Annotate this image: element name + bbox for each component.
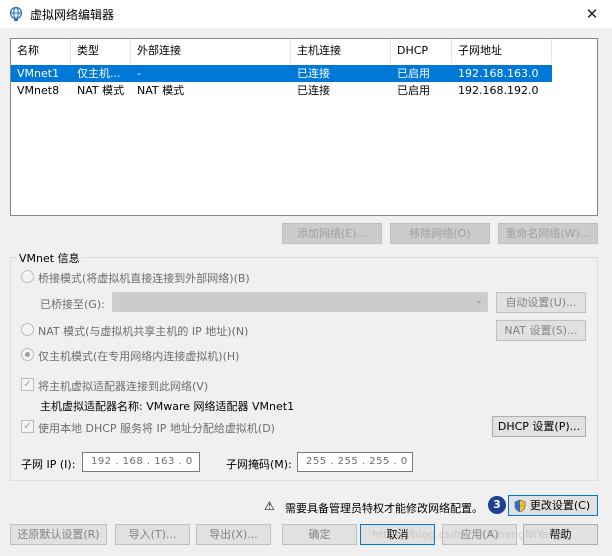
cell-type: NAT 模式: [77, 84, 125, 97]
watermark-text: https://blog.csdn.net/ChengNiYang: [372, 528, 563, 541]
cell-external: NAT 模式: [137, 84, 185, 97]
step-badge: 3: [488, 496, 506, 514]
network-globe-icon: [9, 6, 23, 21]
host-only-label: 仅主机模式(在专用网络内连接虚拟机)(H): [38, 350, 240, 363]
cell-name: VMnet8: [17, 84, 60, 97]
nat-mode-radio[interactable]: [21, 323, 34, 336]
cell-dhcp: 已启用: [397, 84, 430, 97]
connect-adapter-checkbox[interactable]: ✓: [21, 378, 34, 391]
dhcp-label: 使用本地 DHCP 服务将 IP 地址分配给虚拟机(D): [38, 422, 275, 435]
host-only-radio[interactable]: [21, 348, 34, 361]
cell-external: -: [137, 67, 141, 80]
chevron-down-icon: ⌄: [474, 295, 483, 306]
import-button[interactable]: 导入(T)...: [115, 524, 190, 545]
bridged-to-label: 已桥接至(G):: [40, 298, 105, 311]
change-settings-label: 更改设置(C): [529, 499, 591, 512]
change-settings-button[interactable]: 更改设置(C): [508, 495, 598, 516]
column-header-name[interactable]: 名称: [11, 39, 71, 63]
column-header-type[interactable]: 类型: [71, 39, 131, 63]
subnet-mask-input[interactable]: 255 . 255 . 255 . 0: [297, 452, 413, 472]
close-icon[interactable]: ✕: [580, 4, 604, 24]
rename-network-button[interactable]: 重命名网络(W)...: [498, 223, 598, 244]
list-header: 名称 类型 外部连接 主机连接 DHCP 子网地址: [11, 39, 553, 63]
warning-icon: ⚠: [264, 499, 275, 513]
vmnet-info-title: VMnet 信息: [17, 250, 82, 266]
cell-name: VMnet1: [17, 67, 60, 80]
column-header-host[interactable]: 主机连接: [291, 39, 391, 63]
restore-defaults-button[interactable]: 还原默认设置(R): [10, 524, 107, 545]
bridged-mode-radio[interactable]: [21, 270, 34, 283]
vmnet-info-group: [10, 257, 598, 481]
bridged-to-select[interactable]: ⌄: [112, 292, 488, 312]
dhcp-checkbox[interactable]: ✓: [21, 420, 34, 433]
subnet-ip-label: 子网 IP (I):: [21, 458, 76, 471]
cell-host: 已连接: [297, 67, 330, 80]
table-row[interactable]: VMnet8 NAT 模式 NAT 模式 已连接 已启用 192.168.192…: [11, 82, 552, 99]
network-list[interactable]: 名称 类型 外部连接 主机连接 DHCP 子网地址 VMnet1 仅主机... …: [10, 38, 598, 216]
admin-notice-text: 需要具备管理员特权才能修改网络配置。: [285, 502, 483, 515]
auto-settings-button[interactable]: 自动设置(U)...: [496, 292, 586, 313]
column-header-dhcp[interactable]: DHCP: [391, 39, 452, 63]
bridged-mode-label: 桥接模式(将虚拟机直接连接到外部网络)(B): [38, 272, 250, 285]
adapter-name-label: 主机虚拟适配器名称: VMware 网络适配器 VMnet1: [40, 400, 295, 413]
ok-button[interactable]: 确定: [282, 524, 357, 545]
title-bar: 虚拟网络编辑器 ✕: [0, 0, 612, 28]
column-header-subnet[interactable]: 子网地址: [452, 39, 552, 63]
column-header-external[interactable]: 外部连接: [131, 39, 291, 63]
subnet-ip-input[interactable]: 192 . 168 . 163 . 0: [82, 452, 200, 472]
uac-shield-icon: [514, 499, 526, 513]
export-button[interactable]: 导出(X)...: [196, 524, 271, 545]
cell-type: 仅主机...: [77, 67, 121, 80]
dhcp-settings-button[interactable]: DHCP 设置(P)...: [492, 416, 586, 437]
add-network-button[interactable]: 添加网络(E)...: [282, 223, 382, 244]
remove-network-button[interactable]: 移除网络(O): [390, 223, 490, 244]
cell-host: 已连接: [297, 84, 330, 97]
subnet-mask-label: 子网掩码(M):: [226, 458, 292, 471]
nat-mode-label: NAT 模式(与虚拟机共享主机的 IP 地址)(N): [38, 325, 249, 338]
cell-subnet: 192.168.163.0: [458, 67, 539, 80]
window-title: 虚拟网络编辑器: [30, 8, 115, 22]
table-row[interactable]: VMnet1 仅主机... - 已连接 已启用 192.168.163.0: [11, 65, 552, 82]
nat-settings-button[interactable]: NAT 设置(S)...: [496, 320, 586, 341]
cell-dhcp: 已启用: [397, 67, 430, 80]
connect-adapter-label: 将主机虚拟适配器连接到此网络(V): [38, 380, 209, 393]
cell-subnet: 192.168.192.0: [458, 84, 539, 97]
